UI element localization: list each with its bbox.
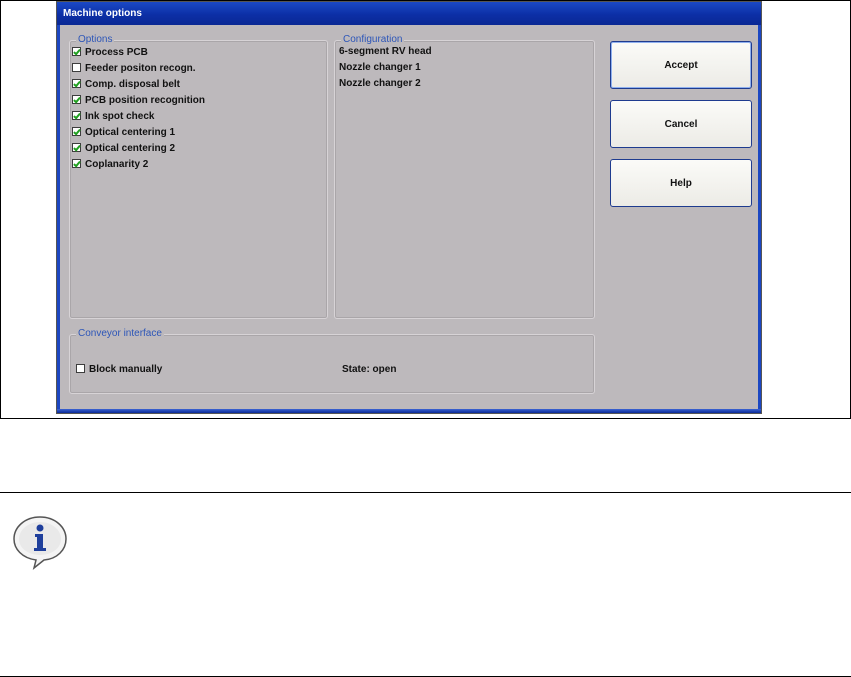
options-group: Options Process PCB Feeder positon recogn… [69,34,328,319]
option-label: Optical centering 2 [85,143,176,154]
conveyor-interface-legend: Conveyor interface [76,328,164,339]
option-label: PCB position recognition [85,95,205,106]
conveyor-interface-group: Conveyor interface Block manually State:… [69,328,595,394]
option-checkbox-box[interactable] [72,94,81,104]
option-label: Feeder positon recogn. [85,63,196,74]
option-label: Optical centering 1 [85,127,176,138]
option-checkbox-box[interactable] [72,142,81,152]
configuration-legend: Configuration [341,34,405,45]
window-border-bottom [57,409,761,413]
option-checkbox-box[interactable] [72,110,81,120]
block-manually-label: Block manually [89,364,163,375]
option-checkbox-box[interactable] [72,62,81,72]
option-checkbox-box[interactable] [72,126,81,136]
options-legend: Options [76,34,115,45]
option-label: Comp. disposal belt [85,79,181,90]
cancel-button[interactable]: Cancel [610,100,752,148]
option-checkbox[interactable]: Optical centering 2 [72,142,176,157]
window-title: Machine options [57,2,761,25]
configuration-item: Nozzle changer 2 [339,78,421,89]
option-checkbox-box[interactable] [72,46,81,56]
option-checkbox-box[interactable] [72,78,81,88]
option-checkbox[interactable]: Process PCB [72,46,148,61]
help-button[interactable]: Help [610,159,752,207]
option-label: Process PCB [85,47,148,58]
conveyor-state: State: open [342,364,397,375]
configuration-item: Nozzle changer 1 [339,62,421,73]
divider-top [0,492,851,493]
option-checkbox[interactable]: Ink spot check [72,110,155,125]
screenshot-frame: Machine options Options Process PCB Feede… [0,0,851,419]
option-checkbox[interactable]: Coplanarity 2 [72,158,149,173]
accept-button[interactable]: Accept [610,41,752,89]
configuration-group: Configuration 6-segment RV head Nozzle ch… [334,34,595,319]
window-border-left [57,25,60,413]
window-border-right [758,25,761,413]
info-icon [13,516,67,570]
option-checkbox[interactable]: Feeder positon recogn. [72,62,196,77]
option-checkbox[interactable]: Optical centering 1 [72,126,176,141]
option-label: Ink spot check [85,111,155,122]
machine-options-dialog: Machine options Options Process PCB Feede… [56,1,762,414]
configuration-item: 6-segment RV head [339,46,432,57]
option-label: Coplanarity 2 [85,159,149,170]
block-manually-box[interactable] [76,363,85,373]
option-checkbox[interactable]: PCB position recognition [72,94,205,109]
option-checkbox-box[interactable] [72,158,81,168]
block-manually-checkbox[interactable]: Block manually [76,363,163,378]
option-checkbox[interactable]: Comp. disposal belt [72,78,181,93]
